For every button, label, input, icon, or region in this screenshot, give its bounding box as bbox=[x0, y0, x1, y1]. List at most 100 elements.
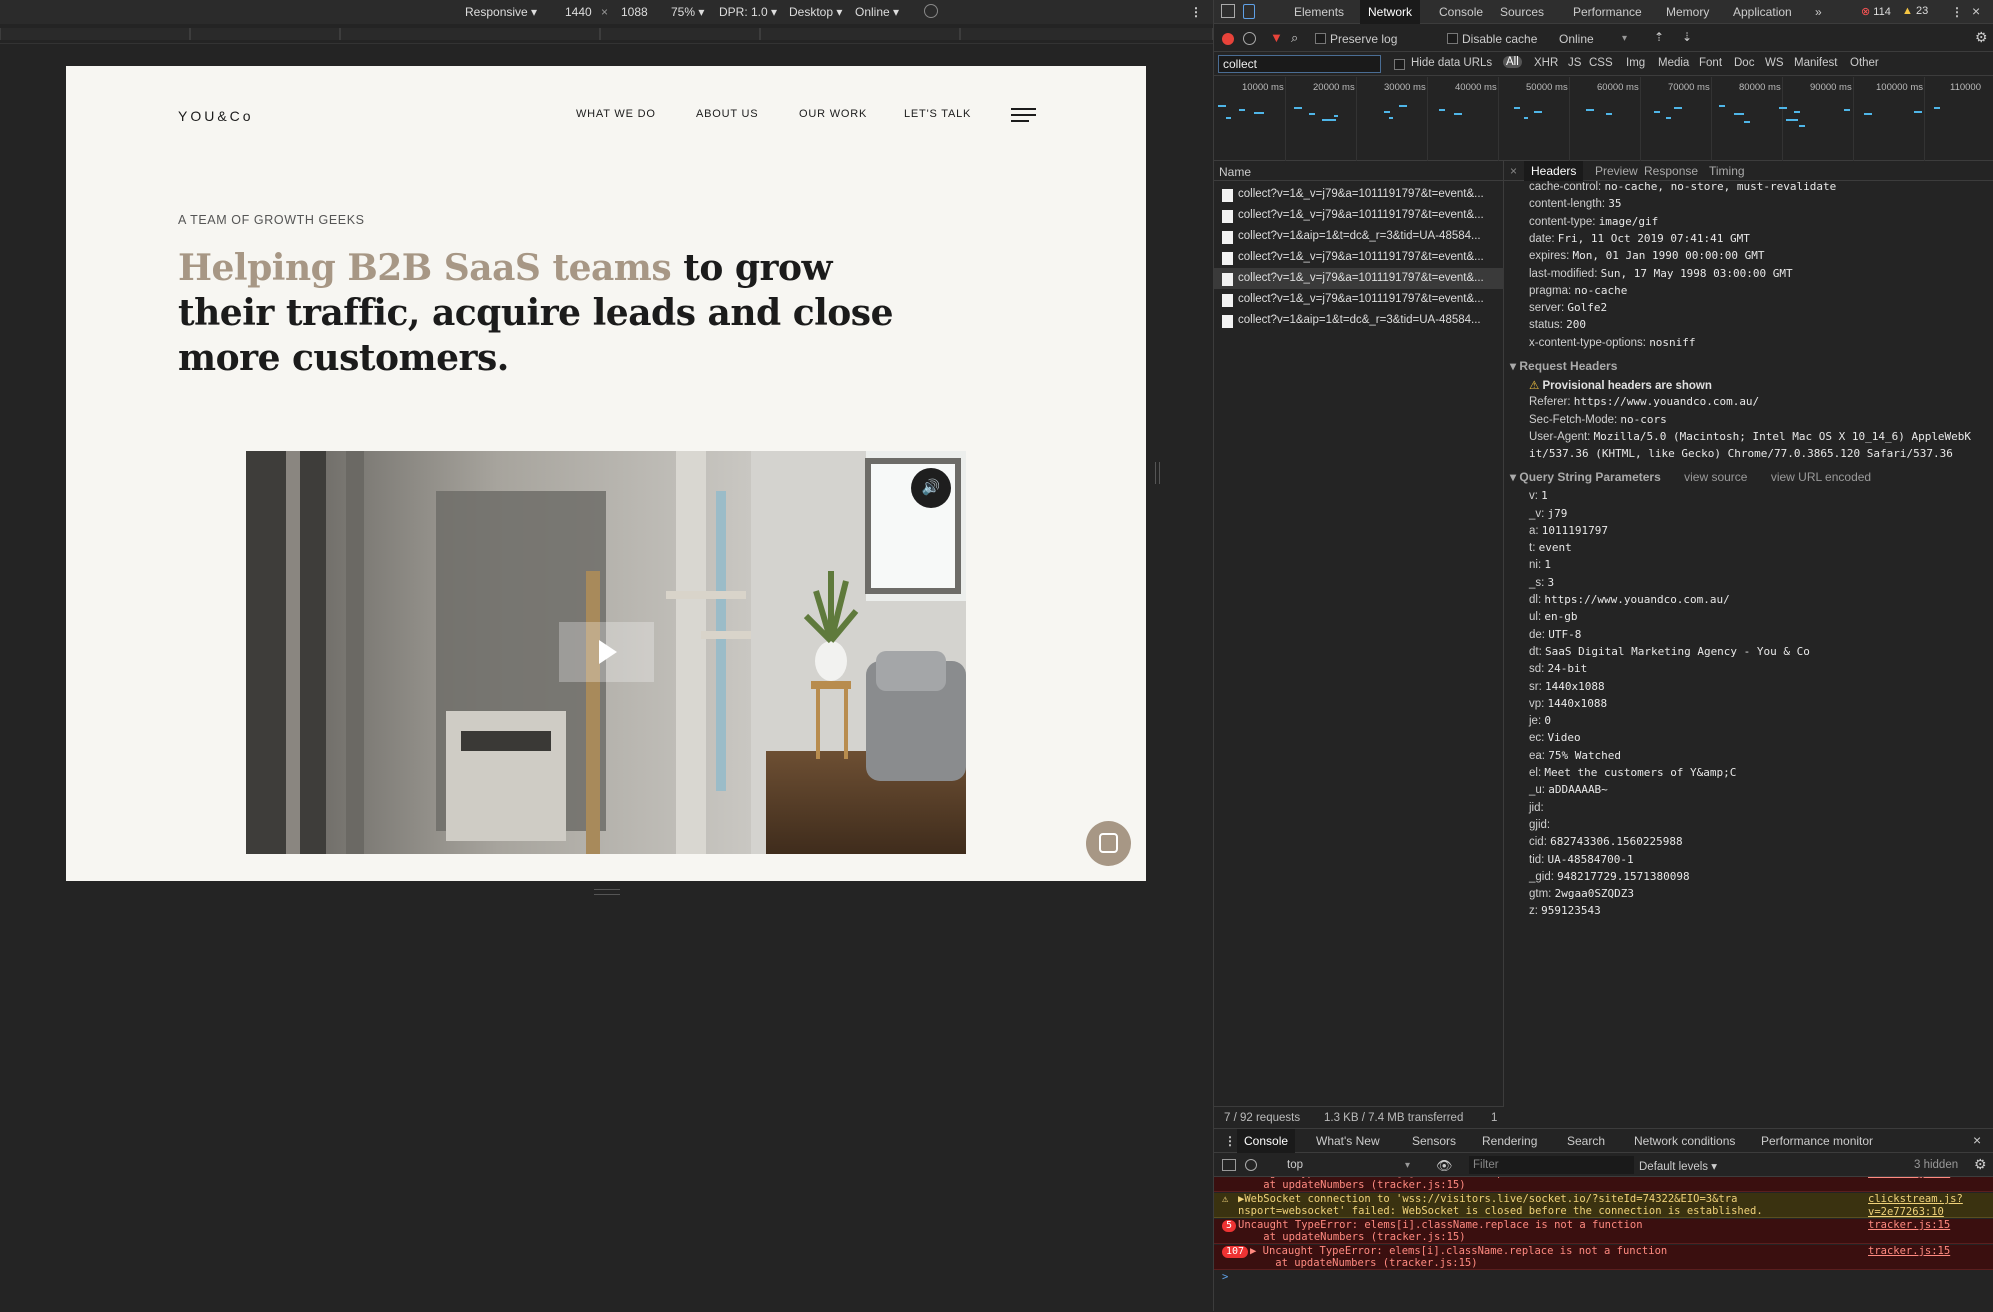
live-expression-eye-icon[interactable]: 👁 bbox=[1436, 1158, 1453, 1174]
error-count-badge[interactable]: ⊗ 114 bbox=[1861, 5, 1891, 18]
drawer-tab-network-conditions[interactable]: Network conditions bbox=[1634, 1134, 1735, 1148]
hamburger-menu-icon[interactable] bbox=[1011, 108, 1036, 122]
disable-cache-checkbox[interactable] bbox=[1447, 33, 1458, 44]
network-settings-icon[interactable]: ⚙ bbox=[1975, 29, 1988, 46]
console-settings-icon[interactable]: ⚙ bbox=[1974, 1156, 1987, 1173]
request-row[interactable]: collect?v=1&_v=j79&a=1011191797&t=event&… bbox=[1214, 184, 1504, 205]
throttle-select[interactable]: Online ▾ bbox=[855, 5, 899, 19]
tab-memory[interactable]: Memory bbox=[1666, 5, 1709, 19]
console-message[interactable]: 107 ▶ Uncaught TypeError: elems[i].classN… bbox=[1214, 1245, 1993, 1270]
tab-overflow[interactable]: » bbox=[1815, 5, 1822, 19]
log-levels-select[interactable]: Default levels ▾ bbox=[1639, 1159, 1717, 1173]
drawer-close-icon[interactable]: × bbox=[1973, 1132, 1981, 1148]
filter-type-img[interactable]: Img bbox=[1626, 57, 1645, 69]
filter-type-font[interactable]: Font bbox=[1699, 57, 1722, 69]
nav-about-us[interactable]: ABOUT US bbox=[696, 108, 758, 120]
drawer-tab-performance-monitor[interactable]: Performance monitor bbox=[1761, 1134, 1873, 1148]
console-filter-input[interactable]: Filter bbox=[1469, 1156, 1634, 1174]
network-filter-input[interactable]: collect bbox=[1218, 55, 1381, 73]
console-message[interactable]: 5 Uncaught TypeError: elems[i].className.… bbox=[1214, 1219, 1993, 1244]
import-har-icon[interactable]: ⇡ bbox=[1654, 30, 1664, 44]
play-button[interactable] bbox=[559, 622, 654, 682]
console-prompt[interactable]: > bbox=[1214, 1271, 1993, 1284]
dpr-select[interactable]: DPR: 1.0 ▾ bbox=[719, 5, 777, 19]
view-source-link[interactable]: view source bbox=[1684, 470, 1747, 484]
source-link[interactable]: tracker.js:15 bbox=[1868, 1177, 1950, 1180]
source-link[interactable]: clickstream.js?v=2e77263:10 bbox=[1868, 1193, 1993, 1218]
nav-our-work[interactable]: OUR WORK bbox=[799, 108, 867, 120]
request-row[interactable]: collect?v=1&_v=j79&a=1011191797&t=event&… bbox=[1214, 205, 1504, 226]
record-icon[interactable] bbox=[1222, 33, 1234, 45]
drawer-tab-console[interactable]: Console bbox=[1237, 1129, 1296, 1153]
sound-toggle-icon[interactable]: 🔊 bbox=[911, 468, 951, 508]
header-line: last-modified: Sun, 17 May 1998 03:00:00… bbox=[1529, 267, 1793, 280]
device-mode-select[interactable]: Responsive ▾ bbox=[465, 5, 537, 19]
filter-type-media[interactable]: Media bbox=[1658, 57, 1689, 69]
filter-type-xhr[interactable]: XHR bbox=[1534, 57, 1558, 69]
console-clear-icon[interactable] bbox=[1245, 1159, 1257, 1171]
request-row[interactable]: collect?v=1&aip=1&t=dc&_r=3&tid=UA-48584… bbox=[1214, 310, 1504, 331]
filter-type-ws[interactable]: WS bbox=[1765, 57, 1784, 69]
drawer-tab-rendering[interactable]: Rendering bbox=[1482, 1134, 1537, 1148]
viewport-resize-handle-right[interactable] bbox=[1155, 462, 1160, 484]
tab-performance[interactable]: Performance bbox=[1573, 5, 1642, 19]
filter-type-all[interactable]: All bbox=[1503, 56, 1522, 68]
filter-type-other[interactable]: Other bbox=[1850, 57, 1879, 69]
tab-elements[interactable]: Elements bbox=[1294, 5, 1344, 19]
zoom-select[interactable]: 75% ▾ bbox=[671, 5, 704, 19]
viewport-height-input[interactable]: 1088 bbox=[621, 5, 648, 19]
devtools-close-icon[interactable]: × bbox=[1972, 3, 1980, 19]
warning-count-badge[interactable]: ▲ 23 bbox=[1902, 5, 1928, 17]
inspect-element-icon[interactable] bbox=[1221, 4, 1235, 18]
request-row[interactable]: collect?v=1&_v=j79&a=1011191797&t=event&… bbox=[1214, 247, 1504, 268]
tab-console[interactable]: Console bbox=[1439, 5, 1483, 19]
nav-what-we-do[interactable]: WHAT WE DO bbox=[576, 108, 656, 120]
export-har-icon[interactable]: ⇣ bbox=[1682, 30, 1692, 44]
source-link[interactable]: tracker.js:15 bbox=[1868, 1219, 1950, 1232]
hide-data-urls-checkbox[interactable] bbox=[1394, 59, 1405, 70]
tab-network[interactable]: Network bbox=[1360, 0, 1421, 24]
drawer-menu-icon[interactable]: ⋮ bbox=[1224, 1134, 1236, 1148]
source-link[interactable]: tracker.js:15 bbox=[1868, 1245, 1950, 1258]
network-overview-timeline[interactable]: 10000 ms 20000 ms 30000 ms 40000 ms 5000… bbox=[1214, 77, 1993, 161]
drawer-tab-sensors[interactable]: Sensors bbox=[1412, 1134, 1456, 1148]
detail-close-icon[interactable]: × bbox=[1510, 164, 1517, 178]
request-row-selected[interactable]: collect?v=1&_v=j79&a=1011191797&t=event&… bbox=[1214, 268, 1504, 289]
filter-type-manifest[interactable]: Manifest bbox=[1794, 57, 1837, 69]
preserve-log-checkbox[interactable] bbox=[1315, 33, 1326, 44]
rotate-icon[interactable] bbox=[924, 4, 938, 18]
search-icon[interactable]: ⌕ bbox=[1291, 30, 1298, 46]
network-throttle-select[interactable]: Online bbox=[1559, 32, 1594, 46]
drawer-tab-search[interactable]: Search bbox=[1567, 1134, 1605, 1148]
console-message[interactable]: ⚠ ▶WebSocket connection to 'wss://visitor… bbox=[1214, 1193, 1993, 1218]
console-sidebar-icon[interactable] bbox=[1222, 1159, 1236, 1171]
filter-type-js[interactable]: JS bbox=[1568, 57, 1581, 69]
site-logo[interactable]: YOU&Cᴏ bbox=[178, 108, 254, 124]
drawer-tab-whats-new[interactable]: What's New bbox=[1316, 1134, 1380, 1148]
nav-lets-talk[interactable]: LET'S TALK bbox=[904, 108, 971, 120]
tab-sources[interactable]: Sources bbox=[1500, 5, 1544, 19]
tab-headers[interactable]: Headers bbox=[1524, 161, 1584, 181]
chat-launcher-icon[interactable] bbox=[1086, 821, 1131, 866]
name-column-header[interactable]: Name bbox=[1214, 161, 1504, 181]
console-message[interactable]: ⊗Uncaught TypeError: elems[i].className.… bbox=[1214, 1177, 1993, 1192]
device-type-select[interactable]: Desktop ▾ bbox=[789, 5, 842, 19]
tab-timing[interactable]: Timing bbox=[1709, 164, 1745, 178]
viewport-resize-handle-bottom[interactable] bbox=[594, 889, 620, 895]
devtools-menu-icon[interactable]: ⋮ bbox=[1951, 5, 1963, 19]
viewport-width-input[interactable]: 1440 bbox=[565, 5, 592, 19]
filter-type-doc[interactable]: Doc bbox=[1734, 57, 1754, 69]
console-context-select[interactable]: top bbox=[1287, 1159, 1303, 1171]
request-row[interactable]: collect?v=1&aip=1&t=dc&_r=3&tid=UA-48584… bbox=[1214, 226, 1504, 247]
filter-type-css[interactable]: CSS bbox=[1589, 57, 1613, 69]
view-url-encoded-link[interactable]: view URL encoded bbox=[1771, 470, 1871, 484]
tab-response[interactable]: Response bbox=[1644, 164, 1698, 178]
clear-icon[interactable] bbox=[1243, 32, 1256, 45]
tab-application[interactable]: Application bbox=[1733, 5, 1792, 19]
hero-video[interactable]: 🔊 bbox=[246, 451, 966, 854]
request-row[interactable]: collect?v=1&_v=j79&a=1011191797&t=event&… bbox=[1214, 289, 1504, 310]
more-options-icon[interactable]: ⋮ bbox=[1190, 5, 1202, 19]
device-toolbar-icon[interactable] bbox=[1243, 4, 1255, 19]
tab-preview[interactable]: Preview bbox=[1595, 164, 1638, 178]
filter-icon[interactable]: ▼ bbox=[1270, 30, 1283, 45]
